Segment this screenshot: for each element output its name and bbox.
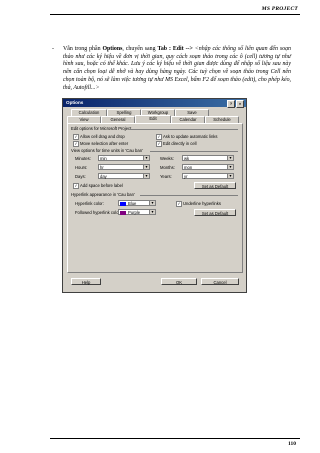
chevron-down-icon: ▼ xyxy=(227,156,233,160)
hours-value: hr xyxy=(100,165,104,170)
chevron-down-icon: ▼ xyxy=(149,201,155,205)
divider xyxy=(140,194,238,196)
hyperlink-color-label: Hyperlink color: xyxy=(75,201,104,206)
para-intro: Vẫn trong phần xyxy=(63,46,103,52)
minutes-value: min xyxy=(100,156,107,161)
chevron-down-icon: ▼ xyxy=(227,174,233,178)
months-value: mon xyxy=(184,165,193,170)
tab-calculation[interactable]: Calculation xyxy=(71,109,107,116)
weeks-value: wk xyxy=(184,156,190,161)
days-select[interactable]: day ▼ xyxy=(98,173,150,179)
header-rule xyxy=(50,14,300,15)
years-value: yr xyxy=(184,174,188,179)
page-header-title: MS PROJECT xyxy=(261,6,298,12)
underline-label: Underline hyperlinks xyxy=(183,201,221,206)
ok-button[interactable]: OK xyxy=(161,278,197,285)
cancel-button[interactable]: Cancel xyxy=(201,278,239,285)
add-space-checkbox[interactable]: ✓ xyxy=(73,183,79,189)
months-select[interactable]: mon ▼ xyxy=(182,164,234,170)
tab-save[interactable]: Save xyxy=(175,109,209,116)
purple-swatch xyxy=(120,211,126,215)
edit-in-cell-label: Edit directly in cell xyxy=(163,141,197,146)
set-default-button[interactable]: Set as Default xyxy=(194,182,236,189)
ask-update-checkbox[interactable]: ✓ xyxy=(156,134,162,140)
tab-view[interactable]: View xyxy=(67,116,101,123)
para-mid: , chuyển sang xyxy=(122,46,158,52)
chevron-down-icon: ▼ xyxy=(227,165,233,169)
body-paragraph: Vẫn trong phần Options, chuyển sang Tab … xyxy=(63,46,291,92)
set-default-button-2[interactable]: Set as Default xyxy=(194,209,236,216)
options-dialog: Options ? × Calculation Spelling Workgro… xyxy=(62,98,247,293)
page-number: 110 xyxy=(288,441,296,447)
days-value: day xyxy=(100,174,107,179)
months-label: Months: xyxy=(160,165,175,170)
chevron-down-icon: ▼ xyxy=(143,156,149,160)
move-selection-label: Move selection after enter xyxy=(80,141,129,146)
drag-drop-label: Allow cell drag and drop xyxy=(80,134,125,139)
move-selection-checkbox[interactable]: ✓ xyxy=(73,141,79,147)
days-label: Days: xyxy=(75,174,86,179)
tab-edit[interactable]: Edit xyxy=(135,115,171,123)
chevron-down-icon: ▼ xyxy=(143,165,149,169)
minutes-select[interactable]: min ▼ xyxy=(98,155,150,161)
bullet-mark: - xyxy=(52,46,54,52)
weeks-label: Weeks: xyxy=(160,156,174,161)
years-select[interactable]: yr ▼ xyxy=(182,173,234,179)
divider xyxy=(130,128,238,130)
drag-drop-checkbox[interactable]: ✓ xyxy=(73,134,79,140)
help-title-button[interactable]: ? xyxy=(227,100,235,108)
followed-color-value: Purple xyxy=(128,210,141,215)
dialog-titlebar: Options ? × xyxy=(63,99,246,108)
weeks-select[interactable]: wk ▼ xyxy=(182,155,234,161)
para-rest: <nhập các thông số liên quan đến soạn th… xyxy=(63,46,291,91)
followed-color-select[interactable]: Purple ▼ xyxy=(118,209,156,215)
dialog-title: Options xyxy=(66,100,84,105)
para-options: Options xyxy=(102,46,123,52)
tab-general[interactable]: General xyxy=(101,116,135,123)
divider xyxy=(150,150,238,152)
close-icon[interactable]: × xyxy=(236,100,244,108)
edit-section-label: Edit options for Microsoft Project xyxy=(71,126,132,131)
hyperlink-color-select[interactable]: Blue ▼ xyxy=(118,200,156,206)
minutes-label: Minutes: xyxy=(75,156,91,161)
chevron-down-icon: ▼ xyxy=(143,174,149,178)
hyperlink-section-label: Hyperlink appearance in 'Cau ban' xyxy=(71,192,135,197)
edit-panel: Edit options for Microsoft Project ✓ All… xyxy=(67,123,243,273)
tab-row-bottom: View General Edit Calendar Schedule xyxy=(67,115,239,123)
view-section-label: View options for time units in 'Cau ban' xyxy=(71,148,143,153)
edit-in-cell-checkbox[interactable]: ✓ xyxy=(156,141,162,147)
hours-label: Hours: xyxy=(75,165,88,170)
tab-schedule[interactable]: Schedule xyxy=(205,116,239,123)
followed-color-label: Followed hyperlink color: xyxy=(75,210,122,215)
underline-checkbox[interactable]: ✓ xyxy=(176,201,182,207)
para-tab: Tab : Edit --> xyxy=(157,46,193,52)
ask-update-label: Ask to update automatic links xyxy=(163,134,218,139)
tab-calendar[interactable]: Calendar xyxy=(171,116,205,123)
add-space-label: Add space before label xyxy=(80,183,123,188)
help-button[interactable]: Help xyxy=(71,278,101,285)
footer-rule xyxy=(50,438,300,439)
years-label: Years: xyxy=(160,174,172,179)
chevron-down-icon: ▼ xyxy=(149,210,155,214)
hours-select[interactable]: hr ▼ xyxy=(98,164,150,170)
blue-swatch xyxy=(120,202,126,206)
hyperlink-color-value: Blue xyxy=(128,201,137,206)
